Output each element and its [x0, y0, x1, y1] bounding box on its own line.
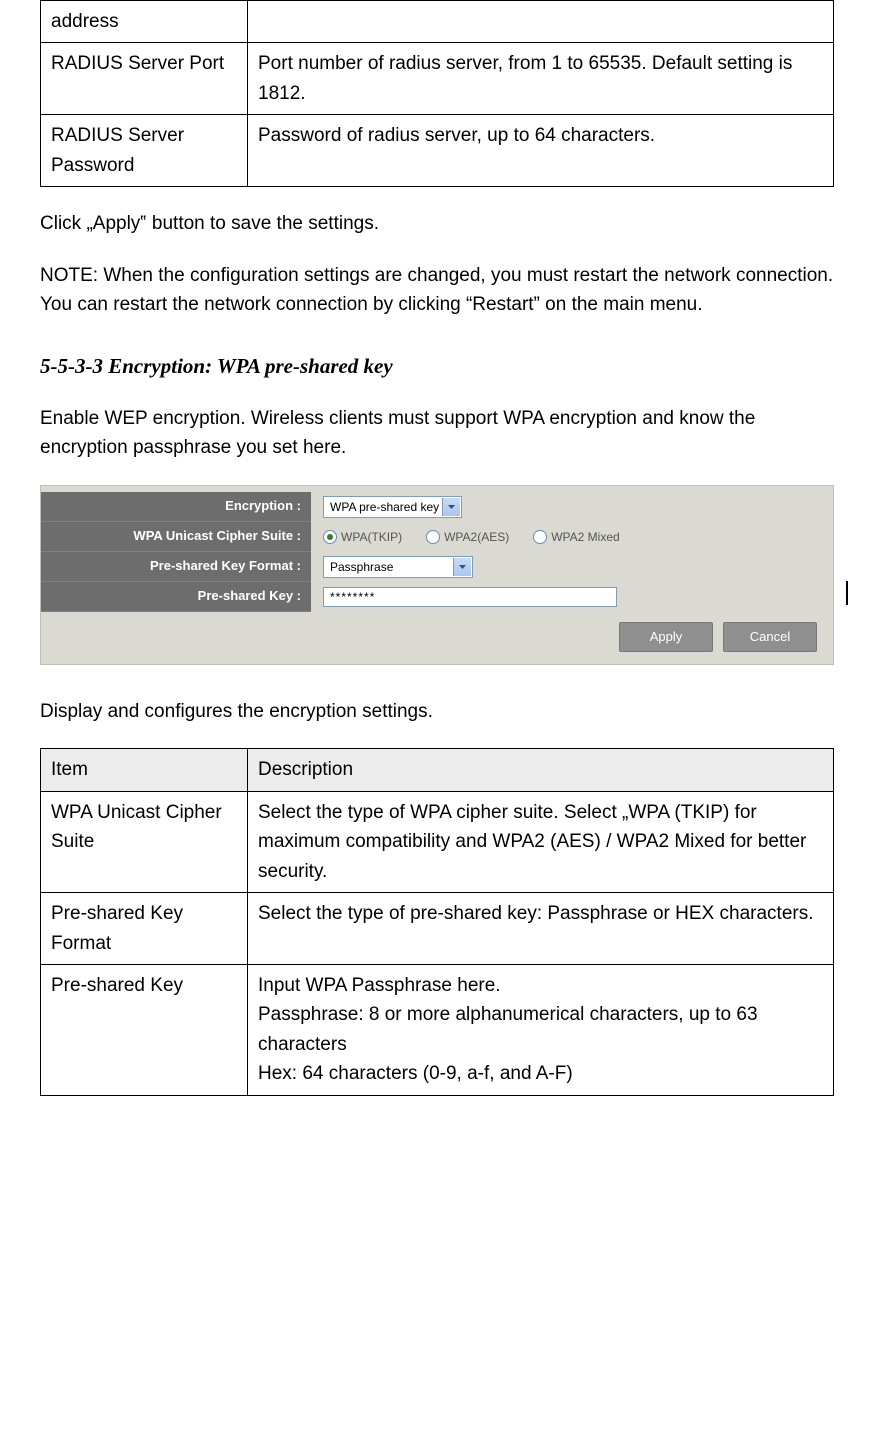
cell-item: WPA Unicast Cipher Suite — [41, 791, 248, 892]
row-format: Pre-shared Key Format : Passphrase — [41, 552, 833, 582]
table-row: RADIUS Server Port Port number of radius… — [41, 43, 834, 115]
cell-item: address — [41, 1, 248, 43]
radio-label: WPA(TKIP) — [341, 528, 402, 547]
chevron-down-icon — [442, 498, 460, 516]
header-item: Item — [41, 749, 248, 791]
row-encryption: Encryption : WPA pre-shared key — [41, 486, 833, 522]
apply-paragraph: Click „Apply‟ button to save the setting… — [40, 209, 834, 238]
row-cipher: WPA Unicast Cipher Suite : WPA(TKIP) WPA… — [41, 522, 833, 552]
label-key: Pre-shared Key : — [41, 582, 311, 612]
cipher-radio-group: WPA(TKIP) WPA2(AES) WPA2 Mixed — [323, 528, 620, 547]
table-row: address — [41, 1, 834, 43]
radio-label: WPA2(AES) — [444, 528, 509, 547]
wpa-settings-panel: Encryption : WPA pre-shared key WPA Unic… — [40, 485, 834, 665]
cell-desc — [248, 1, 834, 43]
text-cursor-mark — [846, 581, 848, 605]
table-header-row: Item Description — [41, 749, 834, 791]
cell-item: RADIUS Server Password — [41, 115, 248, 187]
table-row: Pre-shared Key Input WPA Passphrase here… — [41, 964, 834, 1095]
radio-label: WPA2 Mixed — [551, 528, 619, 547]
label-encryption: Encryption : — [41, 492, 311, 522]
cell-item: Pre-shared Key — [41, 964, 248, 1095]
radio-wpa2-mixed[interactable]: WPA2 Mixed — [533, 528, 619, 547]
table-row: RADIUS Server Password Password of radiu… — [41, 115, 834, 187]
label-format: Pre-shared Key Format : — [41, 552, 311, 582]
cell-desc: Password of radius server, up to 64 char… — [248, 115, 834, 187]
note-paragraph: NOTE: When the configuration settings ar… — [40, 261, 834, 320]
format-select-value: Passphrase — [330, 558, 393, 577]
section-heading: 5-5-3-3 Encryption: WPA pre-shared key — [40, 350, 834, 383]
cell-desc: Select the type of pre-shared key: Passp… — [248, 893, 834, 965]
preshared-key-value: ******** — [330, 588, 375, 607]
display-paragraph: Display and configures the encryption se… — [40, 697, 834, 726]
cell-desc: Select the type of WPA cipher suite. Sel… — [248, 791, 834, 892]
label-cipher: WPA Unicast Cipher Suite : — [41, 522, 311, 552]
cell-desc: Input WPA Passphrase here. Passphrase: 8… — [248, 964, 834, 1095]
preshared-key-input[interactable]: ******** — [323, 587, 617, 607]
cell-item: Pre-shared Key Format — [41, 893, 248, 965]
encryption-select[interactable]: WPA pre-shared key — [323, 496, 462, 518]
radio-icon — [323, 530, 337, 544]
intro-paragraph: Enable WEP encryption. Wireless clients … — [40, 404, 834, 463]
format-select[interactable]: Passphrase — [323, 556, 473, 578]
chevron-down-icon — [453, 558, 471, 576]
radio-icon — [533, 530, 547, 544]
cell-desc: Port number of radius server, from 1 to … — [248, 43, 834, 115]
radio-wpa2-aes[interactable]: WPA2(AES) — [426, 528, 509, 547]
radius-params-table: address RADIUS Server Port Port number o… — [40, 0, 834, 187]
table-row: WPA Unicast Cipher Suite Select the type… — [41, 791, 834, 892]
row-key: Pre-shared Key : ******** — [41, 582, 833, 612]
encryption-select-value: WPA pre-shared key — [330, 498, 439, 517]
table-row: Pre-shared Key Format Select the type of… — [41, 893, 834, 965]
header-desc: Description — [248, 749, 834, 791]
wpa-params-table: Item Description WPA Unicast Cipher Suit… — [40, 748, 834, 1095]
apply-button[interactable]: Apply — [619, 622, 713, 652]
cell-item: RADIUS Server Port — [41, 43, 248, 115]
cancel-button[interactable]: Cancel — [723, 622, 817, 652]
radio-icon — [426, 530, 440, 544]
radio-wpa-tkip[interactable]: WPA(TKIP) — [323, 528, 402, 547]
